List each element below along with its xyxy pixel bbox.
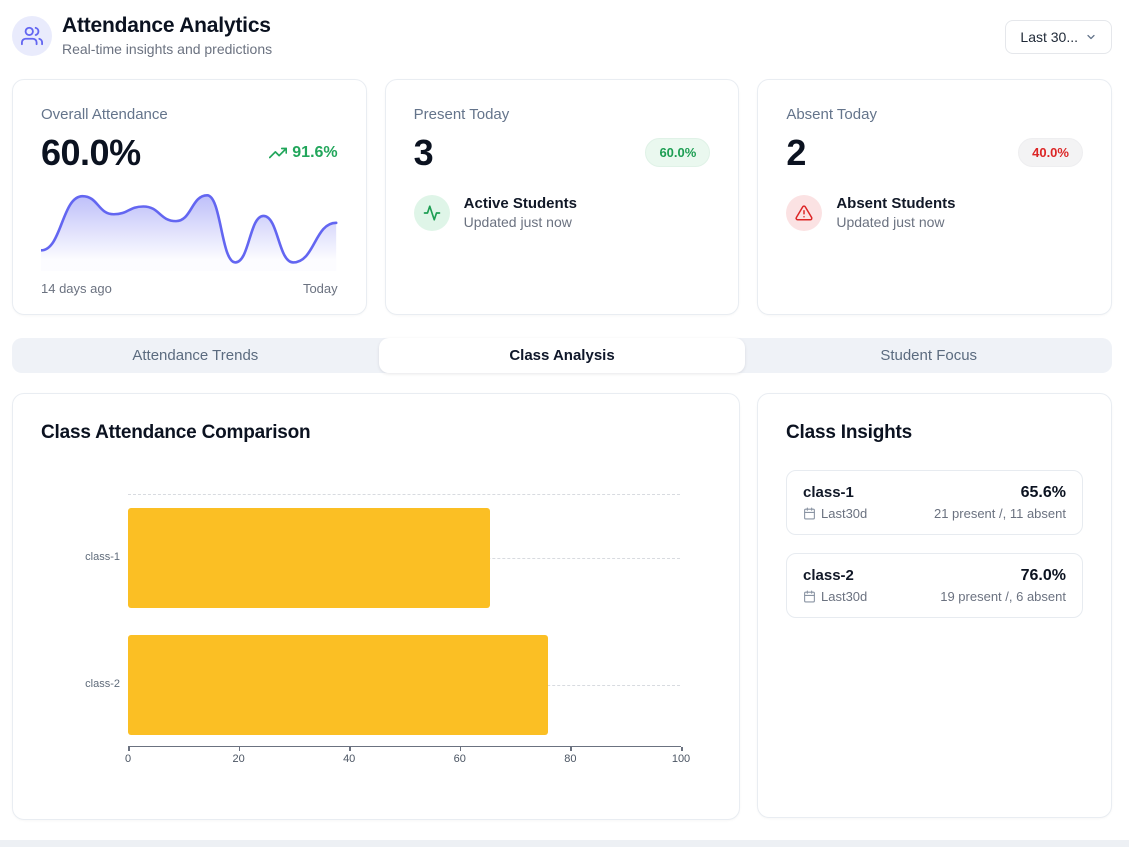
absent-percentage-badge: 40.0% xyxy=(1018,138,1083,167)
date-range-dropdown[interactable]: Last 30... xyxy=(1005,20,1112,54)
class-insights-panel: Class Insights class-1 65.6% Last30d 21 … xyxy=(757,393,1112,818)
date-range-label: Last 30... xyxy=(1020,29,1078,45)
tab-attendance-trends[interactable]: Attendance Trends xyxy=(12,338,379,373)
bar-class-2[interactable] xyxy=(128,635,548,735)
insight-range-label: Last30d xyxy=(821,589,867,604)
insight-percent: 76.0% xyxy=(1021,567,1066,585)
x-axis xyxy=(128,746,681,747)
users-icon xyxy=(12,16,52,56)
insight-item-class-1: class-1 65.6% Last30d 21 present /, 11 a… xyxy=(786,470,1083,535)
attendance-sparkline-chart xyxy=(41,185,338,271)
sparkline-end-label: Today xyxy=(303,281,338,296)
insight-percent: 65.6% xyxy=(1021,484,1066,502)
insight-class-name: class-2 xyxy=(803,567,854,584)
sparkline-start-label: 14 days ago xyxy=(41,281,112,296)
info-title: Absent Students xyxy=(836,195,955,212)
y-axis-label-class-2: class-2 xyxy=(41,678,120,690)
calendar-icon xyxy=(803,590,816,603)
info-title: Active Students xyxy=(464,195,577,212)
trend-value: 91.6% xyxy=(292,144,337,162)
card-label: Overall Attendance xyxy=(41,106,338,123)
absent-today-card: Absent Today 2 40.0% Absent Students Upd… xyxy=(757,79,1112,315)
present-today-card: Present Today 3 60.0% Active Students Up… xyxy=(385,79,740,315)
alert-triangle-icon xyxy=(786,195,822,231)
overall-attendance-value: 60.0% xyxy=(41,133,141,173)
analytics-tabbar: Attendance Trends Class Analysis Student… xyxy=(12,338,1112,373)
insights-title: Class Insights xyxy=(786,422,1083,444)
insight-class-name: class-1 xyxy=(803,484,854,501)
gridline xyxy=(128,494,680,495)
calendar-icon xyxy=(803,507,816,520)
info-subtitle: Updated just now xyxy=(464,214,577,230)
tab-student-focus[interactable]: Student Focus xyxy=(745,338,1112,373)
x-axis-tick-labels: 0 20 40 60 80 100 xyxy=(128,753,681,767)
insight-range-label: Last30d xyxy=(821,506,867,521)
next-section-edge xyxy=(0,840,1129,847)
page-header: Attendance Analytics Real-time insights … xyxy=(0,0,1129,57)
overall-attendance-card: Overall Attendance 60.0% 91.6% 14 xyxy=(12,79,367,315)
insight-item-class-2: class-2 76.0% Last30d 19 present /, 6 ab… xyxy=(786,553,1083,618)
trend-indicator: 91.6% xyxy=(269,144,337,162)
insight-detail: 19 present /, 6 absent xyxy=(940,589,1066,604)
bar-class-1[interactable] xyxy=(128,508,490,608)
absent-today-value: 2 xyxy=(786,133,806,173)
y-axis-label-class-1: class-1 xyxy=(41,551,120,563)
chart-title: Class Attendance Comparison xyxy=(41,422,711,444)
stat-cards-row: Overall Attendance 60.0% 91.6% 14 xyxy=(12,79,1112,315)
chevron-down-icon xyxy=(1085,31,1097,43)
card-label: Absent Today xyxy=(786,106,1083,123)
info-subtitle: Updated just now xyxy=(836,214,955,230)
trending-up-icon xyxy=(269,144,287,162)
page-title: Attendance Analytics xyxy=(62,14,272,38)
activity-icon xyxy=(414,195,450,231)
class-attendance-bar-chart: class-1 class-2 0 20 40 60 80 100 xyxy=(41,474,711,779)
present-today-value: 3 xyxy=(414,133,434,173)
card-label: Present Today xyxy=(414,106,711,123)
page-subtitle: Real-time insights and predictions xyxy=(62,41,272,57)
tab-class-analysis[interactable]: Class Analysis xyxy=(379,338,746,373)
present-percentage-badge: 60.0% xyxy=(645,138,710,167)
class-attendance-comparison-panel: Class Attendance Comparison class-1 clas… xyxy=(12,393,740,820)
insight-detail: 21 present /, 11 absent xyxy=(934,506,1066,521)
